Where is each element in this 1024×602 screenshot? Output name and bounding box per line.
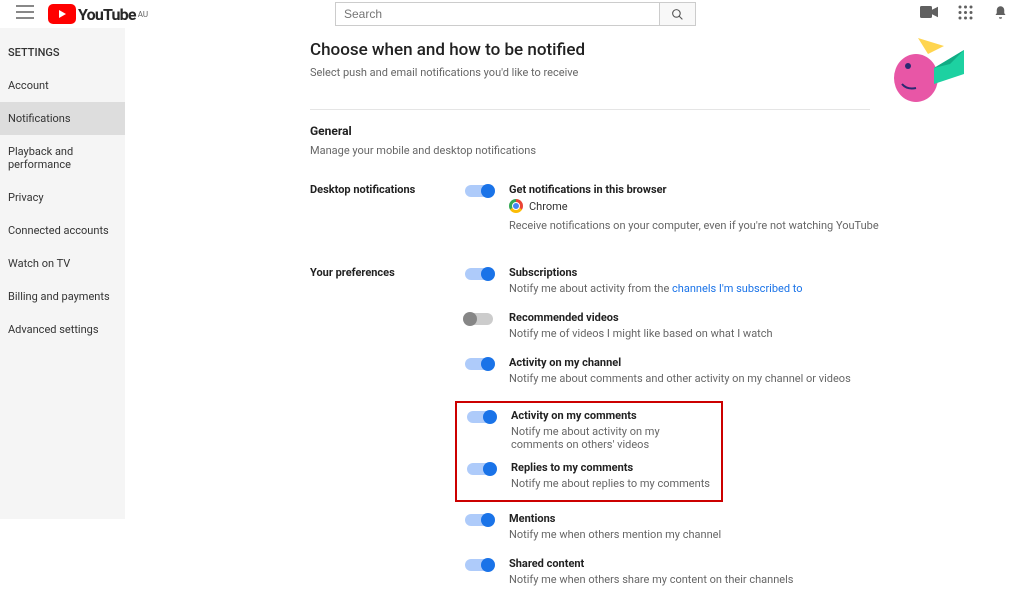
- pref-title: Recommended videos: [509, 311, 773, 324]
- search-input[interactable]: [335, 2, 660, 26]
- pref-title: Activity on my comments: [511, 409, 711, 422]
- header-actions: [920, 4, 1008, 25]
- hero-illustration: [888, 36, 968, 110]
- pref-subscriptions: Subscriptions Notify me about activity f…: [465, 266, 1024, 295]
- pref-title: Activity on my channel: [509, 356, 851, 369]
- main-content: Choose when and how to be notified Selec…: [125, 28, 1024, 519]
- desktop-notifications-label: Desktop notifications: [310, 183, 465, 248]
- pref-mentions: Mentions Notify me when others mention m…: [465, 512, 1024, 541]
- search-button[interactable]: [660, 2, 696, 26]
- general-section-subtitle: Manage your mobile and desktop notificat…: [310, 144, 1024, 157]
- sidebar-item-privacy[interactable]: Privacy: [0, 181, 125, 214]
- pref-shared-content: Shared content Notify me when others sha…: [465, 557, 1024, 586]
- toggle-activity-comments[interactable]: [467, 411, 495, 423]
- bell-icon[interactable]: [993, 4, 1008, 25]
- browser-name: Chrome: [529, 200, 568, 213]
- pref-desc: Notify me about activity on my comments …: [511, 425, 711, 451]
- toggle-mentions[interactable]: [465, 514, 493, 526]
- pref-desc: Notify me about comments and other activ…: [509, 372, 851, 385]
- sidebar-item-account[interactable]: Account: [0, 69, 125, 102]
- pref-activity-channel: Activity on my channel Notify me about c…: [465, 356, 1024, 385]
- pref-replies-comments: Replies to my comments Notify me about r…: [467, 461, 711, 490]
- general-section-title: General: [310, 124, 1024, 138]
- play-icon: [48, 4, 76, 24]
- sidebar-item-playback[interactable]: Playback and performance: [0, 135, 125, 181]
- pref-desc: Notify me when others mention my channel: [509, 528, 721, 541]
- sidebar-item-advanced[interactable]: Advanced settings: [0, 313, 125, 346]
- pref-desc: Notify me about activity from the channe…: [509, 282, 803, 295]
- toggle-shared-content[interactable]: [465, 559, 493, 571]
- create-icon[interactable]: [920, 6, 938, 22]
- region-label: AU: [138, 10, 148, 19]
- sidebar-item-watchtv[interactable]: Watch on TV: [0, 247, 125, 280]
- pref-title: Shared content: [509, 557, 793, 570]
- toggle-replies-comments[interactable]: [467, 463, 495, 475]
- hamburger-icon[interactable]: [16, 5, 34, 23]
- search-icon: [671, 8, 684, 21]
- pref-browser-notifications: Get notifications in this browser Chrome…: [465, 183, 1024, 232]
- youtube-logo[interactable]: YouTube AU: [48, 4, 148, 24]
- toggle-subscriptions[interactable]: [465, 268, 493, 280]
- pref-activity-comments: Activity on my comments Notify me about …: [467, 409, 711, 451]
- pref-desc: Notify me of videos I might like based o…: [509, 327, 773, 340]
- settings-sidebar: SETTINGS Account Notifications Playback …: [0, 28, 125, 519]
- toggle-activity-channel[interactable]: [465, 358, 493, 370]
- desktop-notifications-row: Desktop notifications Get notifications …: [310, 183, 1024, 248]
- your-preferences-row: Your preferences Subscriptions Notify me…: [310, 266, 1024, 602]
- pref-desc: Notify me about replies to my comments: [511, 477, 710, 490]
- chrome-icon: [509, 199, 523, 213]
- subscribed-channels-link[interactable]: channels I'm subscribed to: [672, 282, 803, 295]
- pref-desc: Receive notifications on your computer, …: [509, 219, 879, 232]
- app-header: YouTube AU: [0, 0, 1024, 28]
- your-preferences-label: Your preferences: [310, 266, 465, 602]
- search-box: [335, 2, 696, 26]
- pref-recommended: Recommended videos Notify me of videos I…: [465, 311, 1024, 340]
- sidebar-item-billing[interactable]: Billing and payments: [0, 280, 125, 313]
- pref-title: Replies to my comments: [511, 461, 710, 474]
- pref-title: Get notifications in this browser: [509, 183, 879, 196]
- toggle-browser-notifications[interactable]: [465, 185, 493, 197]
- sidebar-heading: SETTINGS: [0, 36, 125, 69]
- sidebar-item-connected[interactable]: Connected accounts: [0, 214, 125, 247]
- brand-text: YouTube: [78, 5, 136, 24]
- toggle-recommended[interactable]: [465, 313, 493, 325]
- highlighted-box: Activity on my comments Notify me about …: [455, 401, 723, 502]
- divider: [310, 109, 870, 110]
- apps-icon[interactable]: [958, 5, 973, 24]
- sidebar-item-notifications[interactable]: Notifications: [0, 102, 125, 135]
- pref-title: Subscriptions: [509, 266, 803, 279]
- pref-desc: Notify me when others share my content o…: [509, 573, 793, 586]
